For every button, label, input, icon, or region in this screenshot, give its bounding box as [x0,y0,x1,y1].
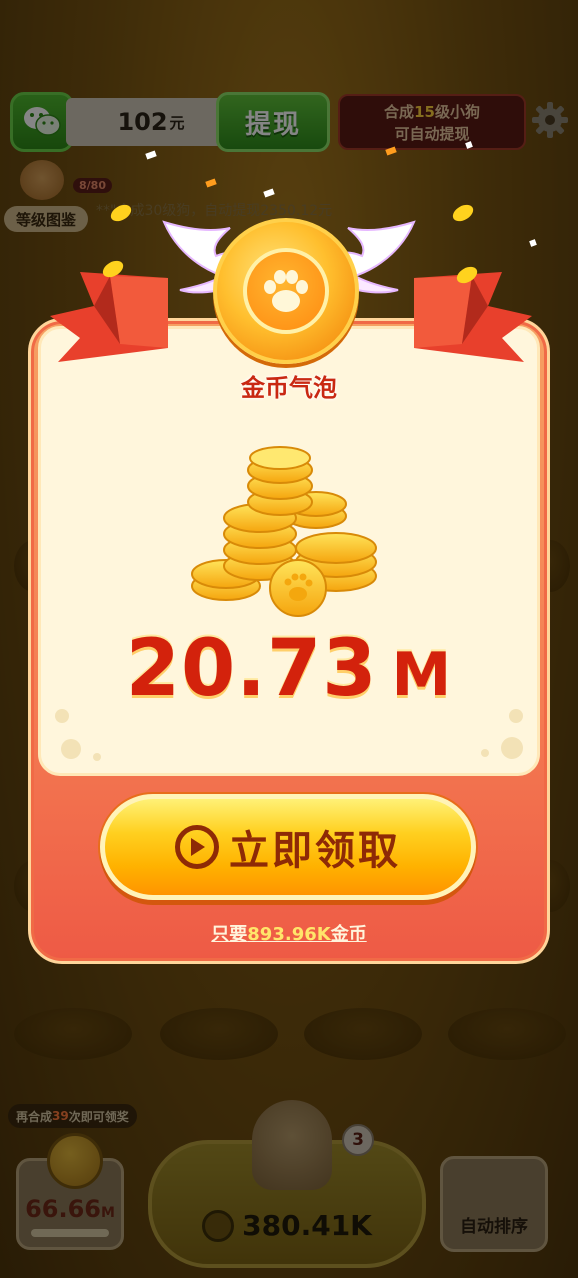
popup-title: 金币气泡 [241,374,337,402]
reward-amount: 20.73 M [0,624,578,714]
play-icon [175,825,219,869]
deco-dot [501,737,523,759]
medal-face [243,248,329,334]
ribbon-left [50,272,168,362]
cost-prefix: 只要 [211,924,248,945]
reward-value: 20.73 [125,624,378,714]
ribbon-right [414,272,532,362]
cost-suffix: 金币 [330,924,367,945]
reward-unit: M [391,640,453,710]
gold-paw-medal [213,218,359,364]
paw-icon [264,270,308,312]
deco-dot [61,739,81,759]
coin-pile-icon [191,446,377,617]
claim-now-button[interactable]: 立即领取 [100,794,476,900]
cost-value: 893.96K [247,924,331,945]
cost-link[interactable]: 只要893.96K金币 [0,920,578,946]
deco-dot [93,753,101,761]
deco-dot [481,749,489,757]
claim-label: 立即领取 [229,828,401,874]
